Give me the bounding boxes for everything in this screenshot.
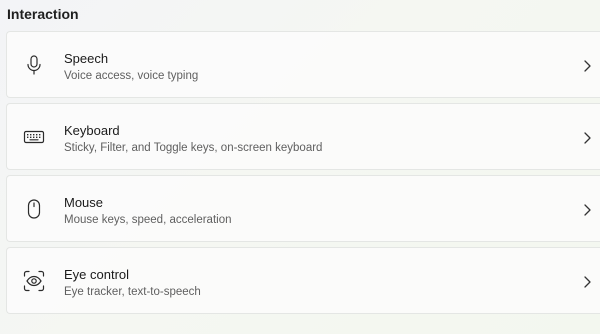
microphone-icon xyxy=(23,54,45,76)
keyboard-description: Sticky, Filter, and Toggle keys, on-scre… xyxy=(64,142,323,154)
keyboard-title: Keyboard xyxy=(64,123,120,138)
mouse-settings-card[interactable]: Mouse Mouse keys, speed, acceleration xyxy=(6,175,600,242)
chevron-right-icon xyxy=(582,131,592,145)
speech-settings-card[interactable]: Speech Voice access, voice typing xyxy=(6,31,600,98)
mouse-icon xyxy=(23,198,45,220)
chevron-right-icon xyxy=(582,275,592,289)
keyboard-icon xyxy=(23,126,45,148)
eye-control-icon xyxy=(23,270,45,292)
eye-control-title: Eye control xyxy=(64,267,130,282)
keyboard-settings-card[interactable]: Keyboard Sticky, Filter, and Toggle keys… xyxy=(6,103,600,170)
eye-control-settings-card[interactable]: Eye control Eye tracker, text-to-speech xyxy=(6,247,600,314)
chevron-right-icon xyxy=(582,59,592,73)
speech-description: Voice access, voice typing xyxy=(64,70,199,82)
section-title: Interaction xyxy=(7,6,79,22)
mouse-title: Mouse xyxy=(64,195,104,210)
speech-title: Speech xyxy=(64,51,109,66)
chevron-right-icon xyxy=(582,203,592,217)
eye-control-description: Eye tracker, text-to-speech xyxy=(64,286,201,298)
mouse-description: Mouse keys, speed, acceleration xyxy=(64,214,232,226)
